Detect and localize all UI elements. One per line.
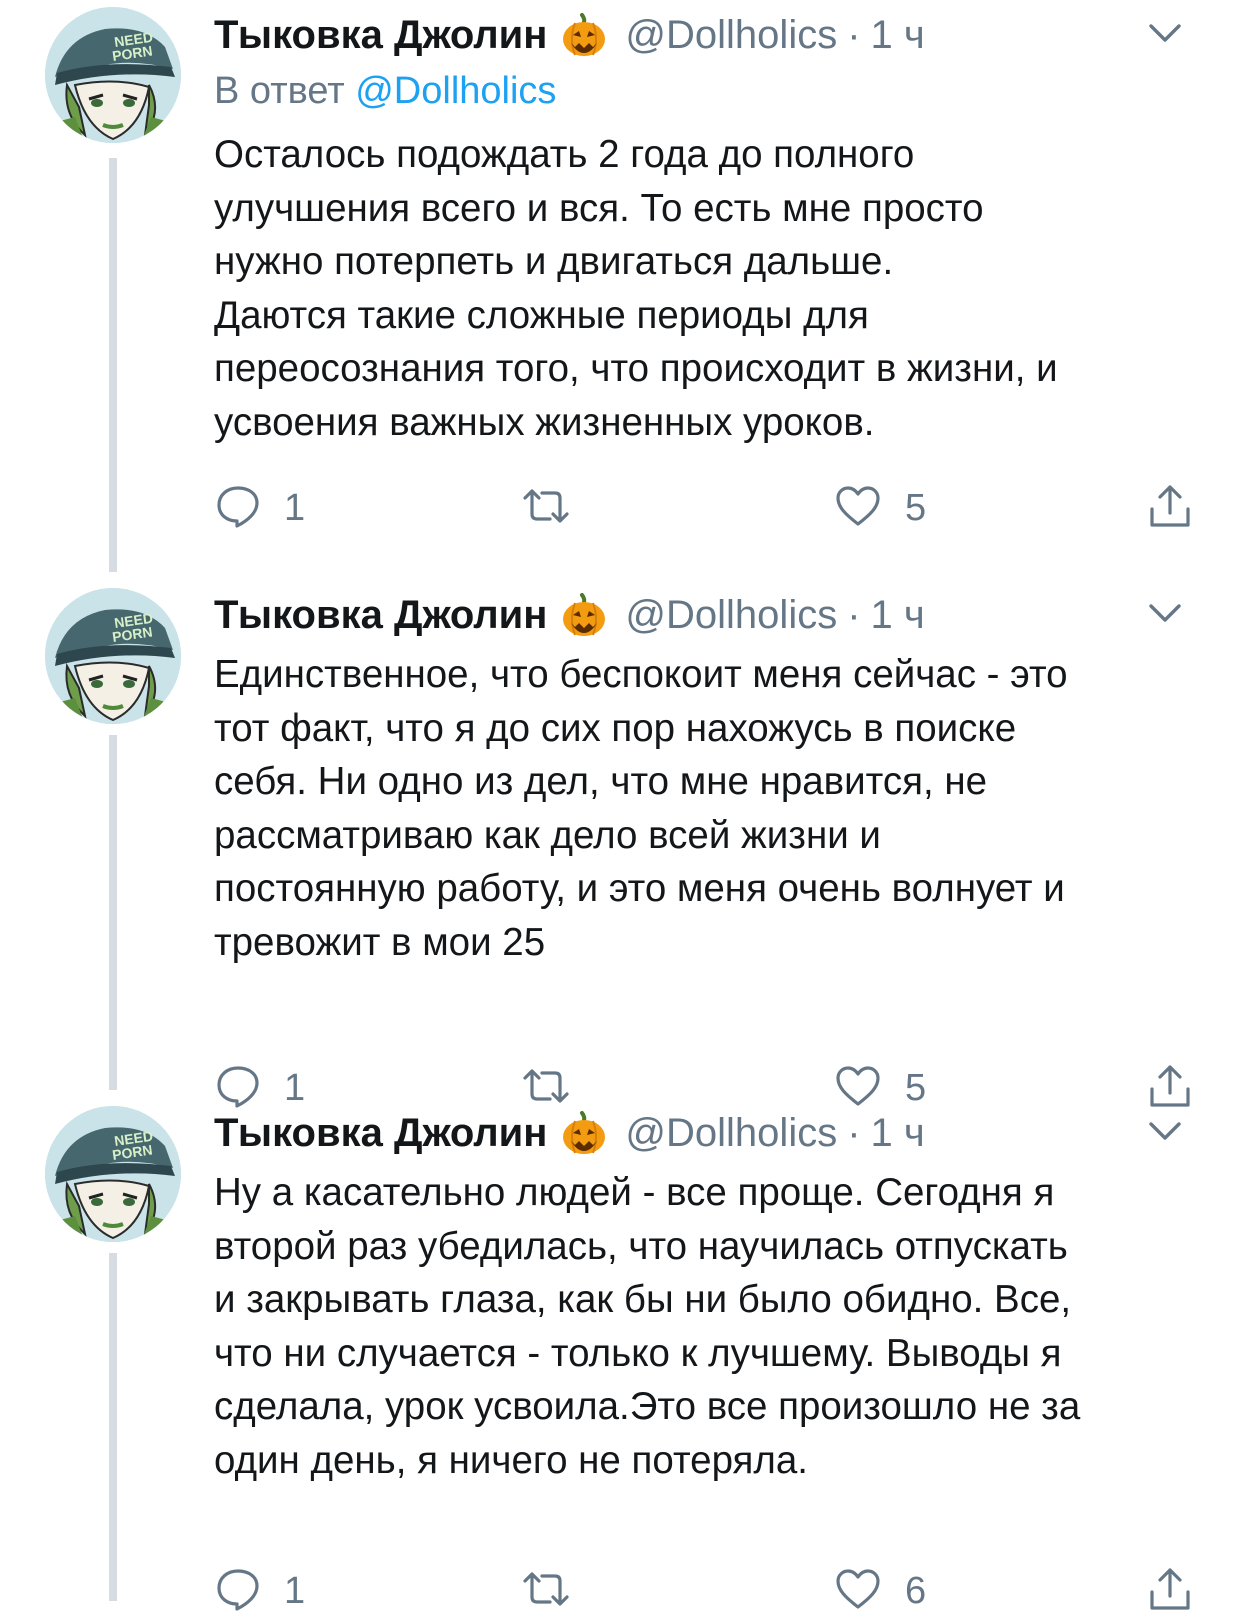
share-button[interactable] — [1148, 1561, 1192, 1621]
tweet-text-line: один день, я ничего не потеряла. — [214, 1438, 808, 1482]
reply-button[interactable]: 1 — [216, 478, 305, 538]
pumpkin-emoji-icon — [561, 593, 607, 637]
separator-dot: · — [847, 1110, 861, 1155]
reply-count: 1 — [284, 486, 306, 529]
tweet-text: Осталось подождать 2 года до полного улу… — [214, 128, 1199, 449]
retweet-icon — [520, 1571, 572, 1612]
action-bar: 1 5 — [0, 478, 1242, 538]
author-name[interactable]: Тыковка Джолин — [214, 593, 547, 638]
thread-line — [109, 1253, 117, 1601]
retweet-icon — [520, 488, 572, 529]
tweet-text-line: Даются такие сложные периоды для — [214, 293, 869, 337]
tweet-text-line: второй раз убедилась, что научилась отпу… — [214, 1224, 1068, 1268]
tweet[interactable]: Тыковка Джолин @Dollholics · 1 ч Ну а ка… — [0, 1098, 1242, 1612]
chevron-down-icon[interactable] — [1148, 1120, 1182, 1142]
author-name[interactable]: Тыковка Джолин — [214, 1111, 547, 1156]
timestamp[interactable]: 1 ч — [871, 593, 925, 638]
tweet-text-line: переосознания того, что происходит в жиз… — [214, 347, 1058, 390]
reply-button[interactable]: 1 — [216, 1561, 305, 1621]
author-name[interactable]: Тыковка Джолин — [214, 13, 547, 58]
tweet[interactable]: Тыковка Джолин @Dollholics · 1 ч В ответ… — [0, 0, 1242, 580]
avatar[interactable] — [45, 588, 181, 724]
retweet-button[interactable] — [520, 1561, 572, 1621]
heart-icon — [835, 1568, 881, 1615]
reply-count: 1 — [284, 1569, 306, 1612]
timestamp[interactable]: 1 ч — [871, 13, 925, 58]
tweet-text-line: постоянную работу, и это меня очень волн… — [214, 867, 1065, 910]
reply-prefix: В ответ — [214, 70, 345, 112]
avatar[interactable] — [45, 1106, 181, 1242]
tweet-text-line: что ни случается - только к лучшему. Выв… — [214, 1331, 1062, 1375]
like-button[interactable]: 6 — [835, 1561, 926, 1621]
tweet-text-line: и закрывать глаза, как бы ни было обидно… — [214, 1278, 1072, 1321]
tweet-text-line: себя. Ни одно из дел, что мне нравится, … — [214, 760, 988, 803]
tweet-text-line: Осталось подождать 2 года до полного — [214, 133, 915, 176]
author-handle[interactable]: @Dollholics — [625, 13, 837, 58]
chevron-down-icon[interactable] — [1148, 602, 1182, 624]
tweet-text: Единственное, что беспокоит меня сейчас … — [214, 648, 1199, 969]
tweet-text-line: усвоения важных жизненных уроков. — [214, 400, 875, 444]
tweet-text-line: рассматриваю как дело всей жизни и — [214, 813, 881, 857]
separator-dot: · — [847, 12, 861, 57]
tweet-text-line: нужно потерпеть и двигаться дальше. — [214, 240, 894, 283]
reply-icon — [216, 484, 260, 533]
reply-handle-link[interactable]: @Dollholics — [355, 70, 556, 112]
tweet-text: Ну а касательно людей - все проще. Сегод… — [214, 1166, 1199, 1487]
tweet[interactable]: Тыковка Джолин @Dollholics · 1 ч Единств… — [0, 580, 1242, 1109]
tweet-text-line: тревожит в мои 25 — [214, 920, 546, 964]
pumpkin-emoji-icon — [561, 1111, 607, 1155]
tweet-header: Тыковка Джолин @Dollholics · 1 ч — [214, 10, 1172, 60]
chevron-down-icon[interactable] — [1148, 22, 1182, 44]
timestamp[interactable]: 1 ч — [871, 1111, 925, 1156]
tweet-text-line: Ну а касательно людей - все проще. Сегод… — [214, 1171, 1055, 1214]
tweet-header: Тыковка Джолин @Dollholics · 1 ч — [214, 1108, 1172, 1158]
tweet-text-line: Единственное, что беспокоит меня сейчас … — [214, 653, 1068, 696]
share-icon — [1148, 483, 1192, 534]
separator-dot: · — [847, 592, 861, 637]
tweet-text-line: тот факт, что я до сих пор нахожусь в по… — [214, 706, 1017, 750]
reply-icon — [216, 1567, 260, 1616]
like-count: 5 — [905, 486, 927, 529]
tweet-text-line: сделала, урок усвоила.Это все произошло … — [214, 1385, 1081, 1428]
heart-icon — [835, 485, 881, 532]
author-handle[interactable]: @Dollholics — [625, 1111, 837, 1156]
like-button[interactable]: 5 — [835, 478, 926, 538]
retweet-button[interactable] — [520, 478, 572, 538]
tweet-header: Тыковка Джолин @Dollholics · 1 ч — [214, 590, 1172, 640]
thread-line — [109, 735, 117, 1090]
share-button[interactable] — [1148, 478, 1192, 538]
action-bar: 1 6 — [0, 1561, 1242, 1621]
avatar[interactable] — [45, 7, 181, 143]
like-count: 6 — [905, 1569, 927, 1612]
tweet-text-line: улучшения всего и вся. То есть мне прост… — [214, 186, 984, 230]
share-icon — [1148, 1566, 1192, 1617]
pumpkin-emoji-icon — [561, 13, 607, 57]
author-handle[interactable]: @Dollholics — [625, 593, 837, 638]
reply-context: В ответ @Dollholics — [214, 70, 556, 113]
